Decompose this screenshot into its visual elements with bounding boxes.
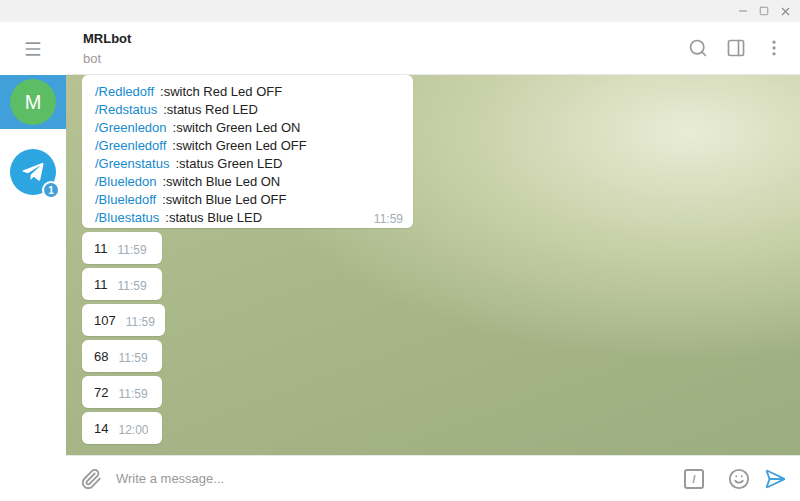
sidebar-item[interactable]: 1 <box>0 145 66 199</box>
telegram-icon <box>21 160 45 184</box>
message-time: 11:59 <box>118 347 147 365</box>
message-bubble: 11 11:59 <box>82 268 162 300</box>
avatar: M <box>10 79 56 125</box>
message-time: 11:59 <box>126 311 155 329</box>
send-icon[interactable] <box>764 468 786 490</box>
maximize-icon[interactable] <box>759 6 769 16</box>
sidebar-item[interactable]: M <box>0 75 66 129</box>
chat-title: MRLbot <box>83 31 688 46</box>
message-text: 11 <box>94 241 108 256</box>
telegram-window: M1MRLbotbot/Redledoff:switch Red Led OFF… <box>0 0 800 501</box>
command-link[interactable]: /Greenledon <box>95 120 167 135</box>
command-row: /Redstatus:status Red LED <box>95 100 403 118</box>
message-time: 11:59 <box>118 275 147 293</box>
message-time: 11:59 <box>118 239 147 257</box>
message-time: 11:59 <box>374 208 403 226</box>
minimize-icon[interactable] <box>737 5 749 17</box>
chat-header: MRLbot bot <box>66 22 800 75</box>
command-link[interactable]: /Redledoff <box>95 84 154 99</box>
command-row: /Greenledoff:switch Green Led OFF <box>95 136 403 154</box>
more-icon[interactable] <box>764 38 784 58</box>
command-link[interactable]: /Greenstatus <box>95 156 169 171</box>
message-input[interactable]: Write a message... <box>116 471 670 486</box>
close-icon[interactable] <box>779 5 792 18</box>
command-link[interactable]: /Blueledoff <box>95 192 156 207</box>
message-bubble: 14 12:00 <box>82 412 162 444</box>
message-bubble: 72 11:59 <box>82 376 162 408</box>
message-bubble: 68 11:59 <box>82 340 162 372</box>
message-bubble: 11 11:59 <box>82 232 162 264</box>
command-row: /Greenstatus:status Green LED <box>95 154 403 172</box>
message-time: 12:00 <box>118 419 148 437</box>
message-bubble: 107 11:59 <box>82 304 165 336</box>
command-link[interactable]: /Redstatus <box>95 102 157 117</box>
command-link[interactable]: /Greenledoff <box>95 138 166 153</box>
composer: Write a message... / <box>66 455 800 501</box>
command-row: /Redledoff:switch Red Led OFF <box>95 82 403 100</box>
message-time: 11:59 <box>118 383 147 401</box>
attach-icon[interactable] <box>80 468 102 490</box>
message-text: 14 <box>94 421 108 436</box>
command-row: /Greenledon:switch Green Led ON <box>95 118 403 136</box>
sidebar: M1 <box>0 22 66 501</box>
unread-badge: 1 <box>42 181 60 199</box>
emoji-icon[interactable] <box>728 468 750 490</box>
sidebar-toggle-icon[interactable] <box>726 38 746 58</box>
message-text: 11 <box>94 277 108 292</box>
search-icon[interactable] <box>688 38 708 58</box>
message-list: /Redledoff:switch Red Led OFF/Redstatus:… <box>66 75 800 455</box>
command-row: /Blueledoff:switch Blue Led OFF <box>95 190 403 208</box>
avatar: 1 <box>10 149 56 195</box>
chat-subtitle: bot <box>83 51 688 66</box>
command-link[interactable]: /Bluestatus <box>95 210 159 225</box>
command-link[interactable]: /Blueledon <box>95 174 156 189</box>
title-bar <box>0 0 800 22</box>
command-row: /Bluestatus:status Blue LED11:59 <box>95 208 403 226</box>
menu-icon[interactable] <box>23 39 43 59</box>
command-row: /Blueledon:switch Blue Led ON <box>95 172 403 190</box>
command-button[interactable]: / <box>684 469 704 489</box>
message-text: 68 <box>94 349 108 364</box>
message-bubble: /Redledoff:switch Red Led OFF/Redstatus:… <box>82 75 413 228</box>
message-text: 107 <box>94 313 116 328</box>
message-text: 72 <box>94 385 108 400</box>
